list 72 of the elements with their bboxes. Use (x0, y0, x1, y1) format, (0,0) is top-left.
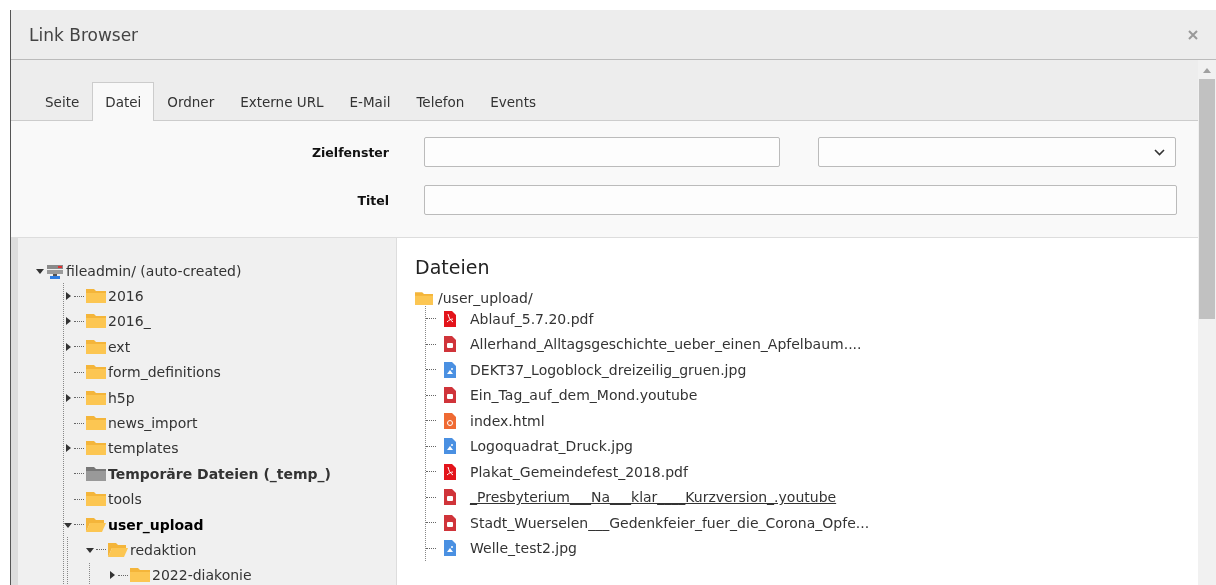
image-file-icon (444, 438, 456, 455)
folder-icon (86, 416, 106, 431)
folder-icon (130, 568, 150, 583)
field-label: Titel (356, 192, 389, 208)
folder-label[interactable]: user_upload (108, 516, 204, 533)
file-link[interactable]: Stadt_Wuerselen___Gedenkfeier_fuer_die_Corona_Opfe... (470, 514, 870, 531)
file-link[interactable]: Allerhand_Alltagsgeschichte_ueber_einen_Apfelbaum.... (470, 336, 862, 353)
folder-label[interactable]: ext (108, 338, 131, 355)
tab[interactable]: Datei (92, 82, 155, 121)
folder-icon (86, 365, 106, 380)
code-file-icon (444, 412, 456, 429)
tab[interactable]: E-Mail (336, 82, 404, 121)
title-input-field[interactable] (424, 185, 1177, 215)
chevron-down-icon (1154, 148, 1165, 156)
files-heading: Dateien (415, 256, 491, 278)
collapse-caret-icon[interactable] (36, 266, 44, 275)
tab[interactable]: Events (477, 82, 549, 121)
folder-icon (86, 390, 106, 405)
expand-caret-icon[interactable] (64, 292, 72, 301)
folder-label[interactable]: templates (108, 440, 179, 457)
image-file-icon (444, 361, 456, 378)
file-link[interactable]: Ablauf_5.7.20.pdf (470, 310, 594, 327)
video-file-icon (444, 336, 456, 353)
folder-icon (86, 314, 106, 329)
file-link[interactable]: Ein_Tag_auf_dem_Mond.youtube (470, 387, 698, 404)
open-folder-icon (108, 543, 128, 557)
folder-label[interactable]: redaktion (130, 542, 197, 558)
folder-icon (86, 492, 106, 507)
collapse-caret-icon[interactable] (86, 546, 94, 554)
tab[interactable]: Ordner (154, 82, 228, 121)
expand-caret-icon[interactable] (64, 444, 72, 453)
folder-label[interactable]: h5p (108, 389, 135, 406)
folder-label[interactable]: news_import (108, 415, 198, 432)
file-link[interactable]: index.html (470, 412, 545, 429)
folder-icon (86, 441, 106, 456)
folder-label[interactable]: 2016_ (108, 313, 151, 330)
folder-label[interactable]: Temporäre Dateien (_temp_) (108, 465, 332, 482)
file-link[interactable]: DEKT37_Logoblock_dreizeilig_gruen.jpg (470, 361, 747, 378)
folder-label[interactable]: form_definitions (108, 364, 221, 381)
expand-caret-icon[interactable] (108, 571, 116, 580)
folder-icon (86, 289, 106, 304)
folder-label[interactable]: tools (108, 491, 142, 508)
expand-caret-icon[interactable] (64, 342, 72, 351)
video-file-icon (444, 489, 456, 506)
scrollbar[interactable] (1198, 60, 1216, 585)
folder-label[interactable]: 2016 (108, 288, 144, 305)
collapse-caret-icon[interactable] (64, 520, 72, 529)
folder-icon (415, 291, 433, 305)
field-label: Zielfenster (311, 144, 389, 160)
video-file-icon (444, 387, 456, 404)
server-icon (46, 262, 64, 279)
folder-icon (86, 339, 106, 354)
file-link[interactable]: Logoquadrat_Druck.jpg (470, 438, 633, 455)
tab[interactable]: Telefon (403, 82, 478, 121)
folder-label[interactable]: fileadmin/ (auto-created) (66, 262, 242, 279)
folder-path: /user_upload/ (438, 290, 533, 306)
file-link[interactable]: _Presbyterium___Na___klar____Kurzversion_.youtube (470, 489, 837, 506)
video-file-icon (444, 514, 456, 531)
pdf-file-icon (444, 463, 456, 480)
expand-caret-icon[interactable] (64, 393, 72, 402)
open-folder-icon (86, 517, 106, 532)
folder-label[interactable]: 2022-diakonie (152, 567, 252, 584)
target-input-field[interactable] (424, 137, 780, 167)
image-file-icon (444, 540, 456, 557)
file-link[interactable]: Welle_test2.jpg (470, 540, 577, 557)
tab[interactable]: Externe URL (227, 82, 337, 121)
expand-caret-icon[interactable] (64, 317, 72, 326)
tab[interactable]: Seite (32, 82, 93, 121)
file-link[interactable]: Plakat_Gemeindefest_2018.pdf (470, 463, 688, 480)
window-title: Link Browser (29, 24, 139, 45)
folder-icon (86, 466, 106, 481)
pdf-file-icon (444, 310, 456, 327)
